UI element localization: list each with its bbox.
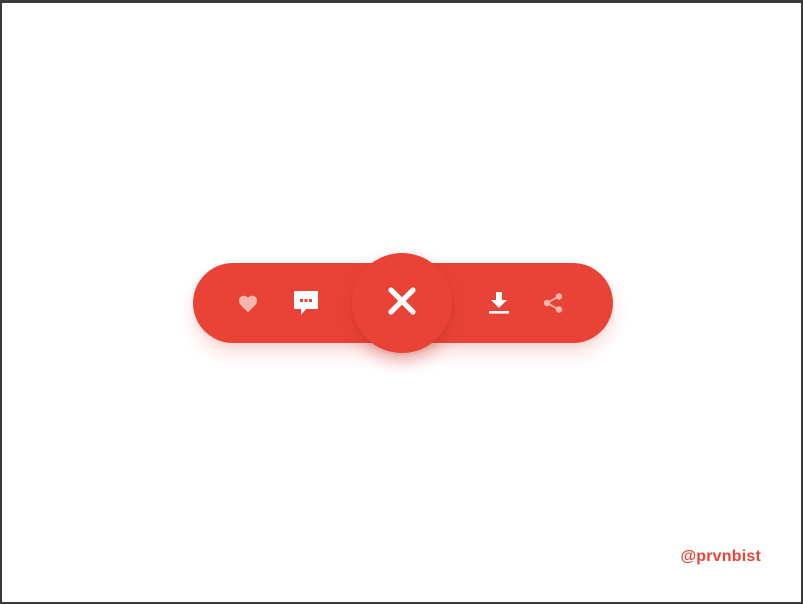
comment-button[interactable] bbox=[286, 283, 326, 323]
heart-icon bbox=[237, 293, 259, 313]
share-button[interactable] bbox=[533, 283, 573, 323]
download-button[interactable] bbox=[479, 283, 519, 323]
canvas: @prvnbist bbox=[2, 3, 801, 602]
comment-icon bbox=[292, 289, 320, 317]
close-fab-button[interactable] bbox=[352, 253, 452, 353]
share-icon bbox=[542, 292, 564, 314]
download-icon bbox=[488, 291, 510, 315]
like-button[interactable] bbox=[228, 283, 268, 323]
author-credit: @prvnbist bbox=[680, 548, 761, 565]
close-icon bbox=[387, 286, 417, 321]
